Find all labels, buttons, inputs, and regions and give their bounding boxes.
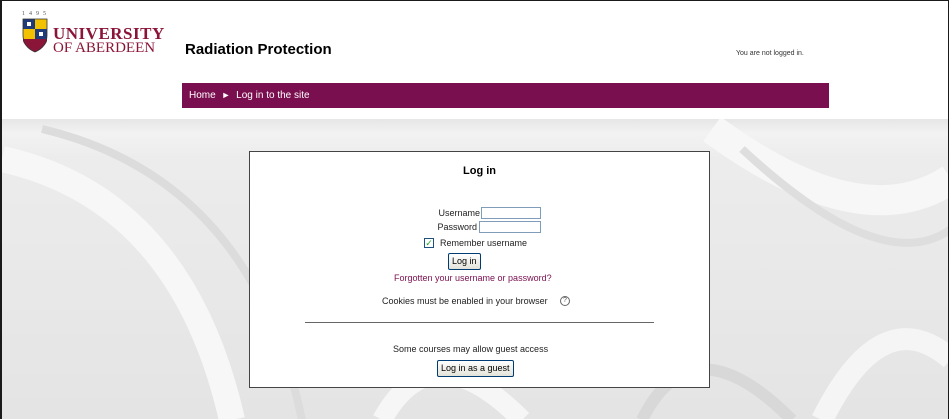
password-label: Password <box>437 222 477 232</box>
university-name: UNIVERSITY OF ABERDEEN <box>53 24 165 56</box>
guest-access-text: Some courses may allow guest access <box>393 344 549 354</box>
divider <box>305 322 654 323</box>
university-name-line1: UNIVERSITY <box>53 24 165 43</box>
guest-login-button[interactable]: Log in as a guest <box>437 360 514 377</box>
breadcrumb-current: Log in to the site <box>236 90 310 101</box>
university-crest-icon <box>22 18 48 53</box>
university-logo[interactable]: 1495 UNIVERSITY OF ABERDEEN <box>20 11 170 66</box>
login-box: Log in Username Password ✓ Remember user… <box>249 151 710 388</box>
password-input[interactable] <box>479 221 541 233</box>
forgot-password-link[interactable]: Forgotten your username or password? <box>394 273 552 283</box>
login-button[interactable]: Log in <box>448 253 481 270</box>
cookies-notice: Cookies must be enabled in your browser <box>382 296 548 306</box>
login-title: Log in <box>463 165 496 177</box>
site-title[interactable]: Radiation Protection <box>185 41 332 58</box>
username-label: Username <box>438 208 480 218</box>
help-icon[interactable]: ? <box>560 296 570 306</box>
breadcrumb-home-link[interactable]: Home <box>189 90 216 101</box>
remember-username-checkbox[interactable]: ✓ <box>424 238 434 248</box>
breadcrumb: Home ► Log in to the site <box>182 83 829 108</box>
username-input[interactable] <box>481 207 541 219</box>
login-info: You are not logged in. <box>736 50 804 57</box>
university-name-line2: OF ABERDEEN <box>53 40 156 56</box>
breadcrumb-separator-icon: ► <box>221 90 231 100</box>
page-frame: 1495 UNIVERSITY OF ABERDEEN Radiation Pr… <box>0 0 949 419</box>
remember-username-label: Remember username <box>440 238 528 248</box>
header: 1495 UNIVERSITY OF ABERDEEN Radiation Pr… <box>2 1 948 119</box>
